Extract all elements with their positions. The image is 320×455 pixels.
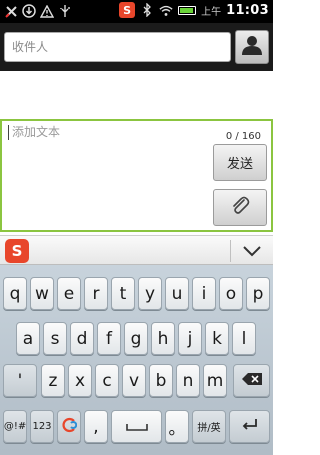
space-key[interactable] <box>111 410 162 443</box>
key-g[interactable]: g <box>124 322 148 355</box>
key-z[interactable]: z <box>41 364 65 397</box>
ime-toolbar: S <box>0 235 273 265</box>
sogou-swirl-icon <box>61 417 78 436</box>
ime-divider <box>230 240 231 262</box>
sms-compose-screen: S 上午 11:03 收件人 添加文本 0 / 160 发送 S q w e r… <box>0 0 273 455</box>
paperclip-icon <box>229 195 251 221</box>
key-s[interactable]: s <box>43 322 67 355</box>
key-j[interactable]: j <box>178 322 202 355</box>
sogou-settings-key[interactable] <box>57 410 81 443</box>
key-u[interactable]: u <box>165 277 189 310</box>
key-a[interactable]: a <box>16 322 40 355</box>
key-y[interactable]: y <box>138 277 162 310</box>
key-o[interactable]: o <box>219 277 243 310</box>
key-t[interactable]: t <box>111 277 135 310</box>
key-c[interactable]: c <box>95 364 119 397</box>
key-k[interactable]: k <box>205 322 229 355</box>
sogou-logo-button[interactable]: S <box>5 239 29 263</box>
backspace-icon <box>241 372 263 389</box>
attach-button[interactable] <box>213 189 267 226</box>
soft-keyboard: q w e r t y u i o p a s d f g h j k l ' … <box>0 265 273 455</box>
key-b[interactable]: b <box>149 364 173 397</box>
time-period-label: 上午 <box>201 6 222 18</box>
key-f[interactable]: f <box>97 322 121 355</box>
message-text-input[interactable]: 添加文本 <box>8 125 60 140</box>
enter-key[interactable] <box>229 410 270 443</box>
key-v[interactable]: v <box>122 364 146 397</box>
chevron-down-icon <box>242 242 262 261</box>
message-thread-area <box>0 71 273 119</box>
missed-call-icon <box>4 3 18 19</box>
clock: 11:03 <box>226 2 269 18</box>
key-x[interactable]: x <box>68 364 92 397</box>
key-h[interactable]: h <box>151 322 175 355</box>
bluetooth-icon <box>140 2 154 18</box>
comma-key[interactable]: , <box>84 410 108 443</box>
status-bar: S 上午 11:03 <box>0 0 273 23</box>
key-l[interactable]: l <box>232 322 256 355</box>
sogou-ime-icon: S <box>119 2 136 18</box>
status-bar-left <box>4 3 72 19</box>
key-n[interactable]: n <box>176 364 200 397</box>
character-counter: 0 / 160 <box>225 131 261 142</box>
key-d[interactable]: d <box>70 322 94 355</box>
compose-area: 添加文本 0 / 160 发送 <box>0 119 273 232</box>
key-m[interactable]: m <box>203 364 227 397</box>
recipient-bar: 收件人 <box>0 23 273 71</box>
person-icon <box>241 34 263 60</box>
status-bar-right: S 上午 11:03 <box>119 2 269 18</box>
period-key[interactable]: 。 <box>165 410 189 443</box>
send-button[interactable]: 发送 <box>213 144 267 181</box>
battery-icon <box>178 5 197 15</box>
key-p[interactable]: p <box>246 277 270 310</box>
keyboard-collapse-button[interactable] <box>234 239 270 263</box>
symbols-key[interactable]: @!# <box>3 410 27 443</box>
backspace-key[interactable] <box>233 364 270 397</box>
key-r[interactable]: r <box>84 277 108 310</box>
wifi-icon <box>159 2 173 18</box>
enter-icon <box>241 418 259 435</box>
space-bar-icon <box>125 417 148 437</box>
key-apostrophe[interactable]: ' <box>3 364 37 397</box>
usb-icon <box>58 3 72 19</box>
language-switch-key[interactable]: 拼/英 <box>192 410 226 443</box>
key-e[interactable]: e <box>57 277 81 310</box>
numbers-key[interactable]: 123 <box>30 410 54 443</box>
key-q[interactable]: q <box>3 277 27 310</box>
download-icon <box>22 3 36 19</box>
key-i[interactable]: i <box>192 277 216 310</box>
recipient-input[interactable]: 收件人 <box>4 32 231 62</box>
warning-icon <box>40 3 54 19</box>
key-w[interactable]: w <box>30 277 54 310</box>
contact-picker-button[interactable] <box>235 30 269 64</box>
